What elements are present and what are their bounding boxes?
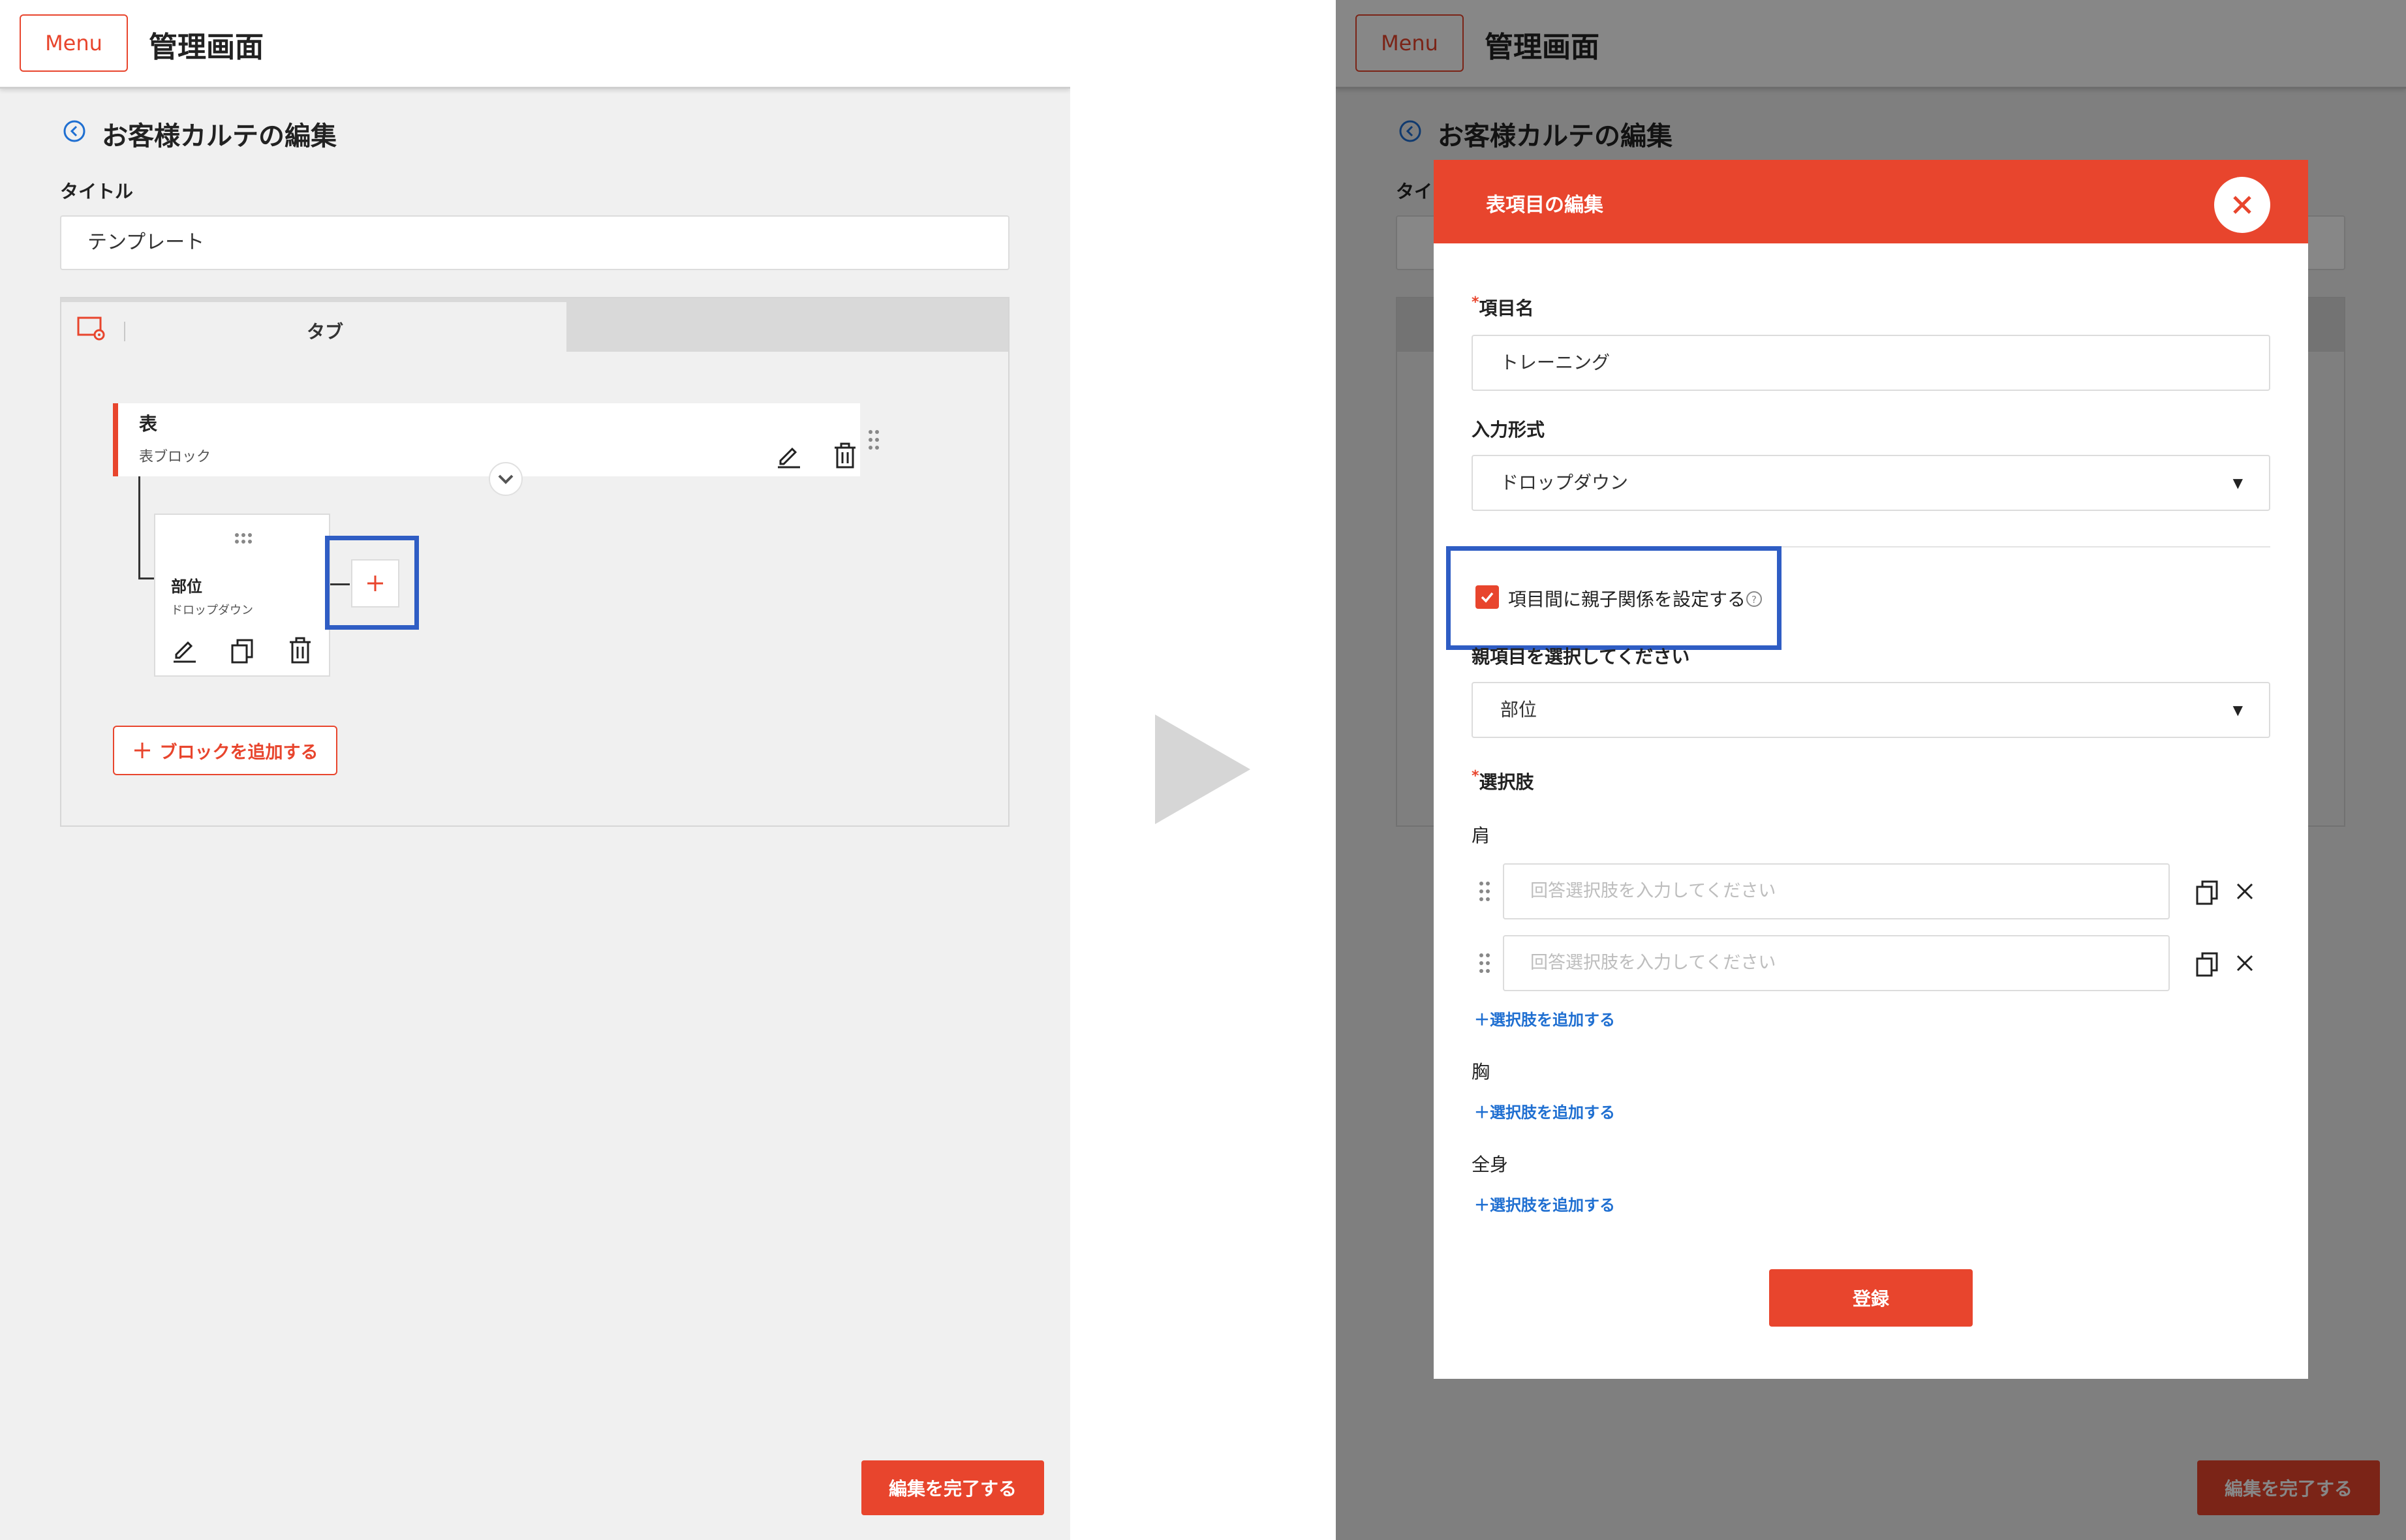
block-type: 表ブロック — [139, 449, 211, 465]
add-block-button[interactable]: ブロックを追加する — [113, 726, 337, 775]
parent-select-value: 部位 — [1500, 699, 1537, 720]
template-editor-card: タブ 表 表ブロック 部位 ドロップダウン ブロックを追加する — [60, 297, 1010, 827]
tab-label: タブ — [306, 321, 343, 343]
copy-icon[interactable] — [2195, 879, 2219, 905]
tab-bar: タブ — [61, 298, 1008, 352]
copy-icon[interactable] — [230, 638, 254, 664]
choices-label: *選択肢 — [1472, 768, 1534, 793]
title-field-label: タイトル — [60, 181, 134, 202]
choice-row: 回答選択肢を入力してください — [1472, 935, 2270, 991]
parent-select-label: 親項目を選択してください — [1472, 646, 1690, 668]
input-type-label: 入力形式 — [1472, 419, 1545, 440]
close-icon — [2233, 196, 2251, 214]
left-screenshot: Menu 管理画面 お客様カルテの編集 タイトル テンプレート タブ 表 表ブロ… — [0, 0, 1070, 1540]
input-type-value: ドロップダウン — [1500, 472, 1629, 493]
add-choice-link[interactable]: ＋選択肢を追加する — [1474, 1100, 1615, 1122]
caret-down-icon: ▼ — [2232, 475, 2243, 491]
item-name-label: *項目名 — [1472, 294, 1534, 319]
plus-icon — [134, 743, 150, 758]
chevron-down-icon — [498, 474, 514, 484]
page-title: お客様カルテの編集 — [102, 121, 337, 151]
header-title: 管理画面 — [149, 31, 264, 64]
transition-arrow — [1155, 715, 1250, 824]
table-block[interactable]: 表 表ブロック — [113, 403, 879, 476]
trash-icon[interactable] — [288, 636, 312, 664]
field-name: 部位 — [171, 578, 202, 596]
finish-editing-button[interactable]: 編集を完了する — [861, 1460, 1044, 1515]
app-header: Menu 管理画面 — [0, 0, 1070, 89]
highlight-box — [325, 536, 419, 630]
field-card[interactable]: 部位 ドロップダウン — [154, 514, 330, 677]
item-name-input[interactable]: トレーニング — [1472, 335, 2270, 391]
drag-handle-icon[interactable] — [1478, 880, 1491, 902]
collapse-button[interactable] — [489, 462, 523, 496]
menu-button[interactable]: Menu — [20, 14, 128, 72]
field-type: ドロップダウン — [171, 604, 253, 617]
drag-handle-icon[interactable] — [234, 532, 253, 545]
choice-group-label: 胸 — [1472, 1061, 1490, 1083]
input-type-select[interactable]: ドロップダウン ▼ — [1472, 455, 2270, 511]
back-icon[interactable] — [63, 119, 86, 143]
edit-icon[interactable] — [775, 442, 801, 469]
close-button[interactable] — [2214, 177, 2270, 233]
copy-icon[interactable] — [2195, 951, 2219, 977]
choice-row: 回答選択肢を入力してください — [1472, 863, 2270, 919]
add-choice-link[interactable]: ＋選択肢を追加する — [1474, 1007, 1615, 1030]
required-mark: * — [1472, 768, 1479, 784]
edit-icon[interactable] — [171, 636, 197, 664]
choice-input[interactable]: 回答選択肢を入力してください — [1503, 863, 2170, 919]
trash-icon[interactable] — [833, 442, 857, 469]
add-block-label: ブロックを追加する — [159, 742, 318, 763]
edit-table-item-modal: 表項目の編集 *項目名 トレーニング 入力形式 ドロップダウン ▼ 項目間に親子… — [1434, 160, 2308, 1379]
required-mark: * — [1472, 294, 1479, 311]
modal-title: 表項目の編集 — [1486, 194, 1603, 217]
tree-connector — [138, 476, 140, 579]
register-button[interactable]: 登録 — [1769, 1269, 1973, 1327]
parent-item-select[interactable]: 部位 ▼ — [1472, 682, 2270, 738]
drag-handle-icon[interactable] — [867, 428, 880, 452]
right-screenshot: Menu 管理画面 お客様カルテの編集 タイ 編集を完了する 表項目の編集 *項… — [1336, 0, 2406, 1540]
block-name: 表 — [139, 413, 158, 435]
caret-down-icon: ▼ — [2232, 702, 2243, 718]
choice-group-label: 全身 — [1472, 1154, 1509, 1175]
title-input[interactable]: テンプレート — [60, 215, 1010, 270]
modal-header: 表項目の編集 — [1434, 160, 2308, 243]
choice-input[interactable]: 回答選択肢を入力してください — [1503, 935, 2170, 991]
tab-main[interactable]: タブ — [61, 302, 566, 352]
remove-icon[interactable] — [2235, 882, 2255, 901]
add-choice-link[interactable]: ＋選択肢を追加する — [1474, 1192, 1615, 1215]
remove-icon[interactable] — [2235, 953, 2255, 973]
drag-handle-icon[interactable] — [1478, 952, 1491, 974]
choice-group-label: 肩 — [1472, 825, 1490, 846]
highlight-box — [1446, 546, 1781, 650]
